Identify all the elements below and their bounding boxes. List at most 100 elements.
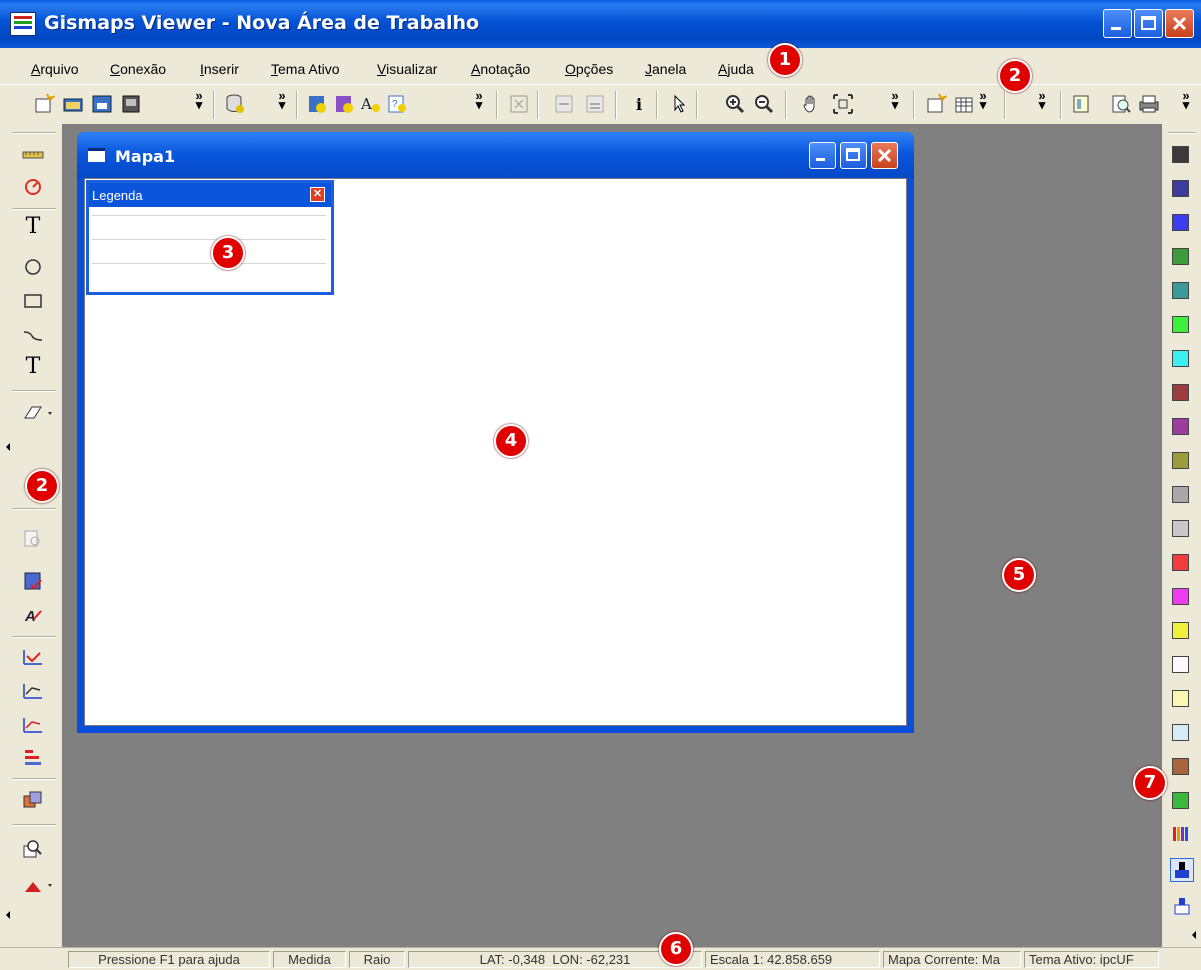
circle-tool-icon[interactable] <box>22 256 44 278</box>
toolbar-overflow-chevron[interactable]: » ▾ <box>193 89 205 111</box>
rectangle-tool-icon[interactable] <box>22 290 44 312</box>
print-icon[interactable] <box>1138 93 1160 115</box>
title-bar[interactable]: Gismaps Viewer - Nova Área de Trabalho <box>0 0 1201 48</box>
menu-anotacao[interactable]: Anotação <box>471 61 530 77</box>
menu-arquivo[interactable]: Arquivo <box>31 61 78 77</box>
pan-hand-icon[interactable] <box>800 93 822 115</box>
save-icon[interactable] <box>91 93 113 115</box>
legend-close-button[interactable]: ✕ <box>310 187 325 202</box>
palette-swatch[interactable] <box>1172 282 1189 299</box>
text-tool-icon[interactable]: T <box>22 216 44 238</box>
palette-swatch[interactable] <box>1172 316 1189 333</box>
scroll-left-icon[interactable] <box>4 910 12 920</box>
new-map-icon[interactable] <box>925 93 947 115</box>
info-icon[interactable]: i <box>628 93 650 115</box>
full-extent-icon[interactable] <box>832 93 854 115</box>
fill-color-icon[interactable] <box>1170 858 1194 882</box>
scroll-left-icon[interactable] <box>4 442 12 452</box>
toolbar-overflow-chevron[interactable]: » ▾ <box>473 89 485 111</box>
zoom-out-icon[interactable] <box>753 93 775 115</box>
palette-swatch[interactable] <box>1172 724 1189 741</box>
layer-down-icon[interactable] <box>584 93 606 115</box>
palette-swatch[interactable] <box>1172 180 1189 197</box>
zoom-in-icon[interactable] <box>724 93 746 115</box>
open-folder-icon[interactable] <box>62 93 84 115</box>
table-icon[interactable] <box>954 93 976 115</box>
layout-icon[interactable] <box>1070 93 1092 115</box>
add-text-layer-icon[interactable]: A <box>360 93 382 115</box>
palette-swatch[interactable] <box>1172 792 1189 809</box>
palette-swatch[interactable] <box>1172 622 1189 639</box>
add-query-layer-icon[interactable]: ? <box>386 93 408 115</box>
overlay-layers-icon[interactable] <box>22 790 44 812</box>
menu-visualizar[interactable]: Visualizar <box>377 61 437 77</box>
layer-up-icon[interactable] <box>553 93 575 115</box>
symbol-dropdown-icon[interactable] <box>22 876 56 898</box>
radius-measure-icon[interactable] <box>22 176 44 198</box>
legend-row <box>92 215 326 216</box>
palette-swatch[interactable] <box>1172 418 1189 435</box>
status-scale: Escala 1: 42.858.659 <box>705 951 880 968</box>
close-icon <box>877 148 892 163</box>
toolbar-overflow-chevron[interactable]: » ▾ <box>889 89 901 111</box>
add-layer-alt-icon[interactable] <box>333 93 355 115</box>
palette-swatch[interactable] <box>1172 248 1189 265</box>
line-color-icon[interactable] <box>1172 896 1192 916</box>
toolbar-overflow-chevron[interactable]: » ▾ <box>1180 89 1192 111</box>
palette-swatch[interactable] <box>1172 214 1189 231</box>
legend-title-bar[interactable]: Legenda ✕ <box>89 183 331 207</box>
app-window: Gismaps Viewer - Nova Área de Trabalho A… <box>0 0 1201 970</box>
chart-line-icon[interactable] <box>22 680 44 702</box>
zoom-layer-icon[interactable] <box>22 838 44 860</box>
palette-swatch[interactable] <box>1172 146 1189 163</box>
map-preview-icon[interactable] <box>22 528 44 550</box>
toolbar-overflow-chevron[interactable]: » ▾ <box>1036 89 1048 111</box>
palette-swatch[interactable] <box>1172 520 1189 537</box>
add-layer-icon[interactable] <box>306 93 328 115</box>
toolbar-overflow-chevron[interactable]: » ▾ <box>977 89 989 111</box>
menu-tema-ativo[interactable]: Tema Ativo <box>271 61 339 77</box>
toolbar-overflow-chevron[interactable]: » ▾ <box>276 89 288 111</box>
line-tool-icon[interactable] <box>22 324 44 346</box>
palette-swatch[interactable] <box>1172 758 1189 775</box>
menu-janela[interactable]: Janela <box>645 61 686 77</box>
palette-swatch[interactable] <box>1172 588 1189 605</box>
eraser-dropdown-icon[interactable] <box>22 402 56 424</box>
chart-line-alt-icon[interactable] <box>22 714 44 736</box>
chart-edit-icon[interactable] <box>22 646 44 668</box>
menu-opcoes[interactable]: Opções <box>565 61 613 77</box>
print-preview-icon[interactable] <box>1110 93 1132 115</box>
text-on-path-icon[interactable]: T <box>22 356 44 378</box>
palette-swatch[interactable] <box>1172 486 1189 503</box>
palette-swatch[interactable] <box>1172 656 1189 673</box>
palette-swatch[interactable] <box>1172 452 1189 469</box>
select-pointer-icon[interactable] <box>668 93 690 115</box>
ruler-icon[interactable] <box>22 144 44 166</box>
legend-title: Legenda <box>92 188 143 203</box>
palette-swatch[interactable] <box>1172 554 1189 571</box>
child-title-bar[interactable]: Mapa1 <box>77 132 914 178</box>
child-minimize-button[interactable] <box>809 142 836 169</box>
menu-ajuda[interactable]: Ajuda <box>718 61 754 77</box>
edit-document-icon[interactable] <box>22 570 44 592</box>
palette-swatch[interactable] <box>1172 350 1189 367</box>
close-button[interactable] <box>1165 9 1194 38</box>
menu-conexao[interactable]: Conexão <box>110 61 166 77</box>
new-workspace-icon[interactable] <box>33 93 55 115</box>
database-icon[interactable] <box>224 93 246 115</box>
menu-inserir[interactable]: Inserir <box>200 61 239 77</box>
minimize-button[interactable] <box>1103 9 1132 38</box>
window-title: Gismaps Viewer - Nova Área de Trabalho <box>44 12 480 34</box>
child-maximize-button[interactable] <box>840 142 867 169</box>
palette-swatch[interactable] <box>1172 384 1189 401</box>
minimize-icon <box>816 158 825 161</box>
chart-bars-icon[interactable] <box>22 746 44 768</box>
palette-swatch[interactable] <box>1172 690 1189 707</box>
child-close-button[interactable] <box>871 142 898 169</box>
maximize-button[interactable] <box>1134 9 1163 38</box>
scroll-left-icon[interactable] <box>1190 930 1198 940</box>
zoom-extent-icon[interactable] <box>508 93 530 115</box>
edit-text-icon[interactable]: A <box>22 604 44 626</box>
color-gradient-icon[interactable] <box>1172 826 1190 842</box>
save-as-icon[interactable] <box>120 93 142 115</box>
